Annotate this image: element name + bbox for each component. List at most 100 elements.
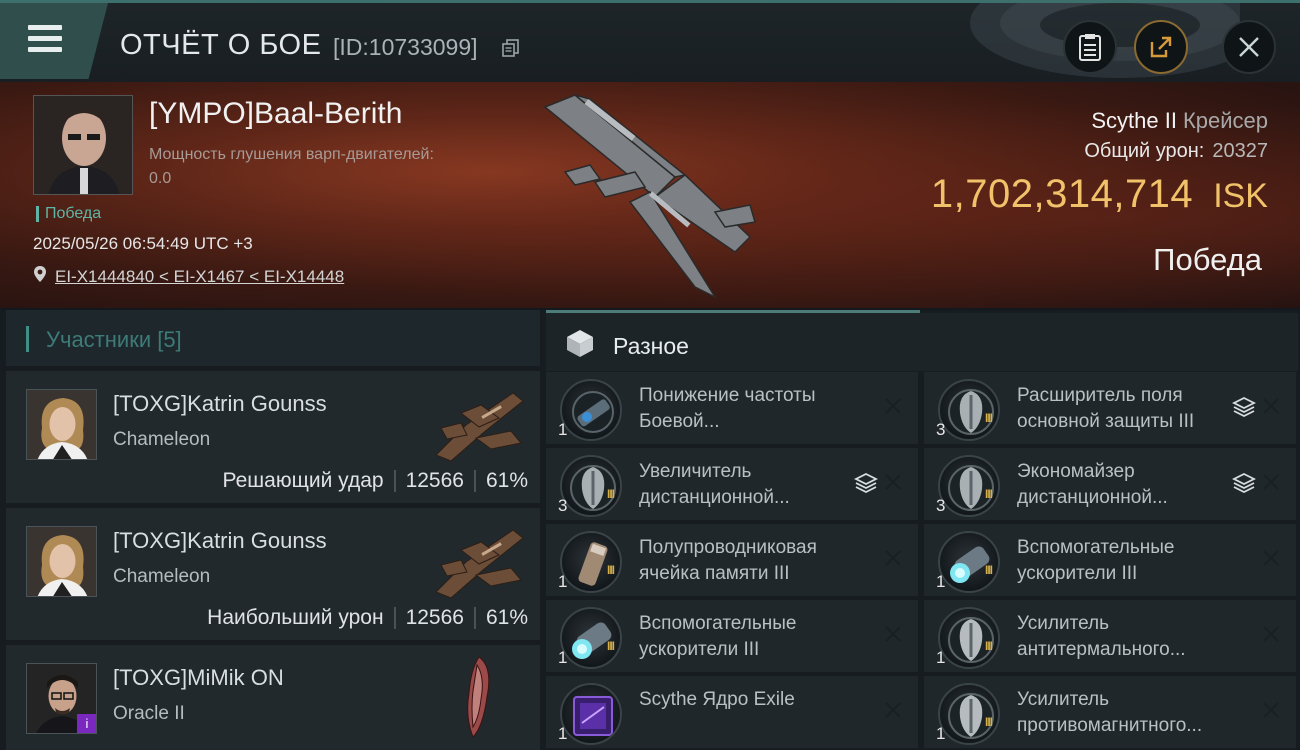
participants-header[interactable]: Участники [5]	[6, 310, 540, 366]
item-name: Усилитель антитермального...	[1017, 613, 1186, 660]
menu-button[interactable]	[0, 3, 108, 79]
item-row[interactable]: III 3 Экономайзер дистанционной...	[924, 448, 1296, 520]
participant-name: [TOXG]Katrin Gounss	[113, 391, 327, 416]
ship-icon	[435, 529, 524, 599]
item-name: Увеличитель дистанционной...	[639, 461, 790, 508]
victim-name[interactable]: [YMPO]Baal-Berith	[149, 97, 402, 131]
item-quantity: 1	[936, 572, 946, 591]
page-title: ОТЧЁТ О БОЕ	[120, 29, 322, 61]
participant-damage: 12566	[405, 606, 464, 629]
participant-role: Решающий удар	[222, 469, 384, 492]
battle-result: Победа	[1153, 242, 1262, 277]
share-button[interactable]	[1134, 20, 1188, 74]
total-damage-value: 20327	[1212, 140, 1268, 162]
copy-icon[interactable]	[502, 39, 520, 57]
item-row[interactable]: III 1 Усилитель антитермального...	[924, 600, 1296, 672]
item-name: Экономайзер дистанционной...	[1017, 461, 1168, 508]
participant-row[interactable]: [TOXG]Katrin Gounss Chameleon Решающий у…	[6, 371, 540, 503]
divider	[393, 470, 396, 492]
shield-extender-icon: III	[938, 379, 1000, 441]
ship-core-icon	[560, 683, 622, 745]
items-title: Разное	[613, 333, 689, 359]
item-row[interactable]: 1 Scythe Ядро Exile	[546, 676, 918, 748]
top-bar: ОТЧЁТ О БОЕ [ID:10733099]	[0, 0, 1300, 82]
tier-badge: III	[984, 411, 993, 425]
menu-icon-bar	[28, 47, 62, 52]
divider	[393, 607, 396, 629]
item-row[interactable]: III 3 Увеличитель дистанционной...	[546, 448, 918, 520]
close-icon[interactable]	[882, 699, 904, 721]
shield-booster-icon: III	[560, 455, 622, 517]
close-icon[interactable]	[1260, 471, 1282, 493]
item-quantity: 3	[936, 496, 946, 515]
item-row[interactable]: III 1 Вспомогательные ускорители III	[546, 600, 918, 672]
item-row[interactable]: III 1 Полупроводниковая ячейка памяти III	[546, 524, 918, 596]
tier-badge: III	[984, 639, 993, 653]
location-link[interactable]: EI-X1444840 < EI-X1467 < EI-X14448	[55, 267, 344, 287]
tier-badge: III	[606, 639, 615, 653]
items-header[interactable]: Разное	[546, 313, 1298, 371]
ship-name[interactable]: Scythe II	[1091, 108, 1177, 133]
participant-row[interactable]: [TOXG]Katrin Gounss Chameleon Наибольший…	[6, 508, 540, 640]
close-icon[interactable]	[882, 623, 904, 645]
participant-ship: Oracle II	[113, 703, 185, 724]
participant-ship: Chameleon	[113, 566, 211, 587]
close-icon[interactable]	[1260, 395, 1282, 417]
item-row[interactable]: 1 Понижение частоты Боевой...	[546, 372, 918, 444]
close-icon[interactable]	[1260, 547, 1282, 569]
cube-icon	[567, 330, 593, 357]
item-quantity: 1	[558, 648, 568, 667]
layers-icon[interactable]	[1232, 471, 1256, 495]
close-icon	[1239, 37, 1259, 57]
item-quantity: 1	[558, 572, 568, 591]
item-quantity: 1	[558, 420, 568, 439]
kill-datetime: 2025/05/26 06:54:49 UTC +3	[33, 234, 253, 253]
divider	[473, 470, 476, 492]
items-panel: Разное 1 Понижение частоты Боевой... III 3 Р…	[540, 310, 1300, 750]
memory-cell-icon: III	[560, 531, 622, 593]
item-row[interactable]: III 1 Вспомогательные ускорители III	[924, 524, 1296, 596]
tier-badge: III	[606, 563, 615, 577]
thruster-icon: III	[560, 607, 622, 669]
close-button[interactable]	[1222, 20, 1276, 74]
close-icon[interactable]	[882, 471, 904, 493]
clipboard-icon	[1079, 34, 1101, 61]
participant-role: Наибольший урон	[207, 606, 384, 629]
participants-title: Участники [5]	[46, 327, 182, 352]
ship-icon	[467, 657, 490, 737]
participant-percent: 61%	[485, 606, 528, 629]
total-damage-label: Общий урон:	[1084, 140, 1205, 162]
divider	[473, 607, 476, 629]
close-icon[interactable]	[882, 395, 904, 417]
layers-icon[interactable]	[854, 471, 878, 495]
participant-percent: 61%	[485, 469, 528, 492]
item-quantity: 1	[558, 724, 568, 743]
avatar: i	[26, 663, 97, 734]
victim-portrait[interactable]	[33, 95, 133, 195]
item-row[interactable]: III 3 Расширитель поля основной защиты III	[924, 372, 1296, 444]
hardener-icon: III	[938, 607, 1000, 669]
item-name: Понижение частоты Боевой...	[639, 385, 816, 432]
info-badge: i	[77, 714, 96, 733]
participants-panel: Участники [5] [TOXG]Katrin Gounss Chamel…	[0, 310, 540, 750]
item-row[interactable]: III 1 Усилитель противомагнитного...	[924, 676, 1296, 748]
clipboard-button[interactable]	[1063, 20, 1117, 74]
total-damage: Общий урон: 20327	[1084, 140, 1268, 163]
item-name: Усилитель противомагнитного...	[1017, 689, 1203, 736]
close-icon[interactable]	[1260, 699, 1282, 721]
result-tag: Победа	[36, 206, 101, 222]
item-quantity: 1	[936, 648, 946, 667]
avatar	[26, 389, 97, 460]
participant-stats: Наибольший урон 12566 61%	[207, 606, 528, 630]
participant-damage: 12566	[405, 469, 464, 492]
close-icon[interactable]	[882, 547, 904, 569]
item-quantity: 1	[936, 724, 946, 743]
layers-icon[interactable]	[1232, 395, 1256, 419]
tier-badge: III	[606, 487, 615, 501]
close-icon[interactable]	[1260, 623, 1282, 645]
participant-row[interactable]: i [TOXG]MiMik ON Oracle II	[6, 645, 540, 750]
section-marker	[26, 326, 29, 352]
participant-name: [TOXG]MiMik ON	[113, 665, 284, 690]
item-name: Scythe Ядро Exile	[639, 689, 795, 710]
tier-badge: III	[984, 487, 993, 501]
